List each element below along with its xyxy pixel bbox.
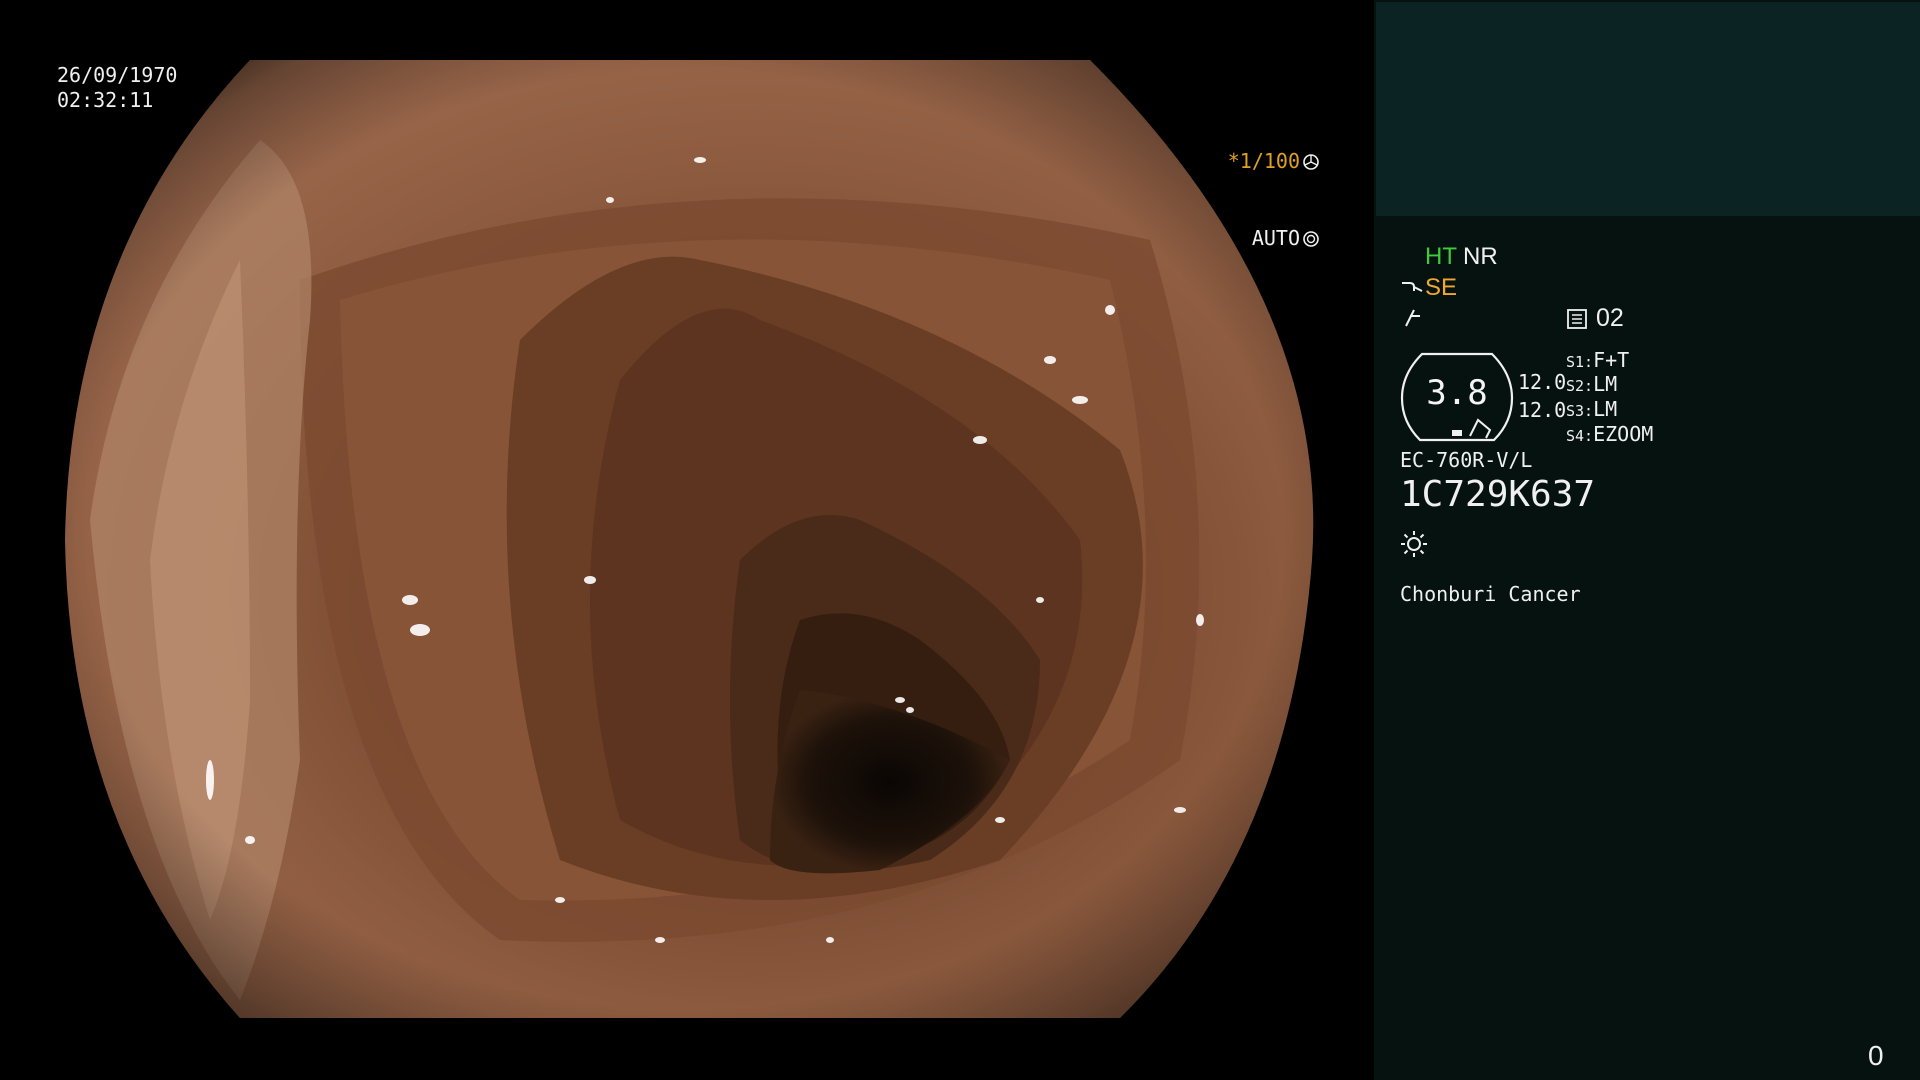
iris-icon	[1303, 230, 1319, 247]
switch-key: S2:	[1566, 377, 1594, 395]
date-time-overlay: 26/09/1970 02:32:11	[57, 63, 177, 113]
shutter-speed-text: *1/100	[1227, 149, 1300, 173]
switch-key: S3:	[1566, 402, 1594, 420]
switch-key: S4:	[1566, 427, 1594, 445]
switch-row-3: S3:LM	[1566, 397, 1617, 421]
switch-value: LM	[1593, 372, 1618, 396]
switch-row-1: S1:F+T	[1566, 348, 1629, 372]
freeze-icon	[1405, 309, 1420, 327]
switch-value: LM	[1593, 397, 1618, 421]
switch-value: F+T	[1593, 348, 1630, 372]
switch-row-4: S4:EZOOM	[1566, 422, 1653, 446]
se-mode-label: SE	[1425, 274, 1458, 301]
aperture-icon	[1303, 153, 1319, 170]
scale-value-bottom: 12.0	[1518, 398, 1567, 422]
scope-model: EC-760R-V/L	[1400, 448, 1533, 472]
hospital-name: Chonburi Cancer	[1400, 582, 1581, 606]
switch-value: EZOOM	[1593, 422, 1654, 446]
date-text: 26/09/1970	[57, 63, 178, 87]
time-text: 02:32:11	[57, 88, 154, 112]
switch-key: S1:	[1566, 353, 1594, 371]
memo-number: 02	[1596, 304, 1624, 332]
ht-mode-label: HT	[1425, 243, 1457, 270]
light-icon	[1401, 531, 1427, 557]
serial-number: 1C729K637	[1400, 474, 1596, 515]
iris-mode-text: AUTO	[1251, 226, 1300, 250]
memo-icon	[1567, 309, 1587, 329]
shutter-iris-overlay: *1/100 AUTO	[1150, 98, 1320, 302]
hook-icon	[1402, 282, 1423, 292]
scale-value-top: 12.0	[1518, 370, 1567, 394]
endoscopy-screen: 26/09/197002:32:11 *1/100 AUTO HT NR SE	[0, 0, 1920, 1080]
image-counter: 0	[1868, 1040, 1884, 1071]
switch-row-2: S2:LM	[1566, 372, 1617, 396]
scope-value: 3.8	[1426, 373, 1488, 413]
nr-mode-label: NR	[1463, 243, 1498, 270]
info-panel-header	[1376, 2, 1920, 216]
